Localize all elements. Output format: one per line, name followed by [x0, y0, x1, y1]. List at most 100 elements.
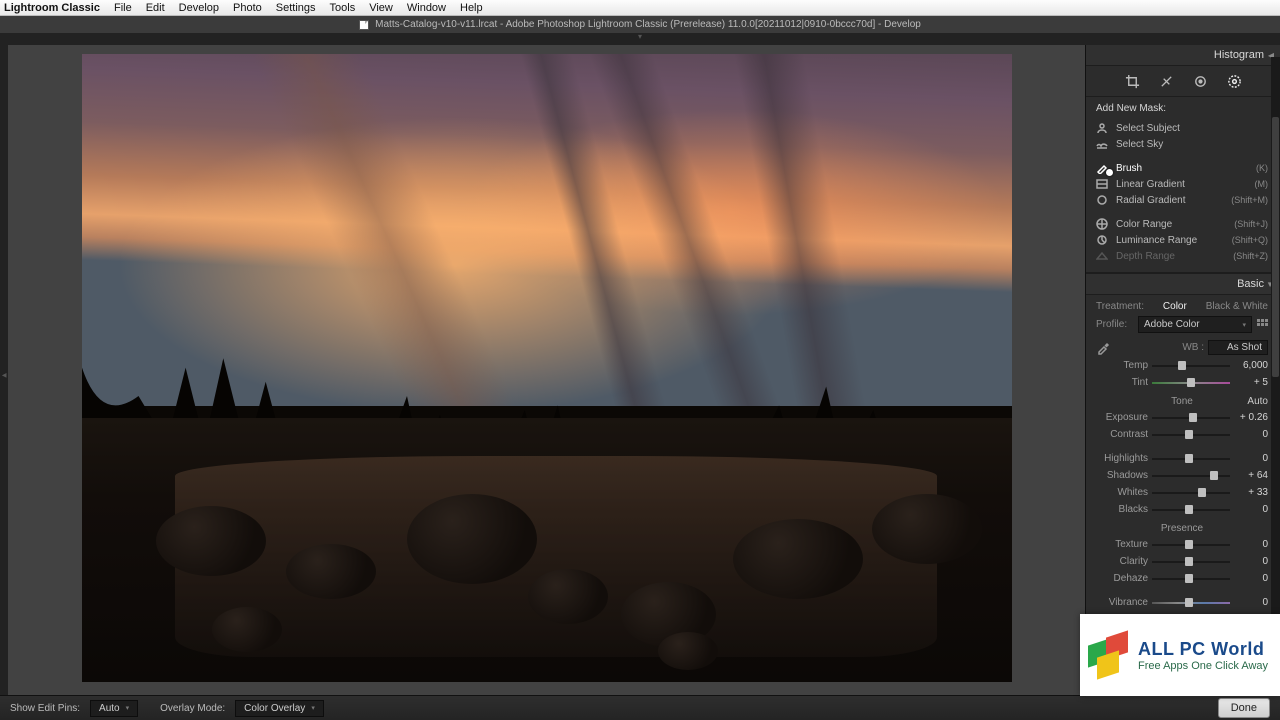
profile-selector[interactable]: Adobe Color▾ [1138, 316, 1252, 333]
histogram-label: Histogram [1214, 49, 1264, 61]
mask-linear-gradient[interactable]: Linear Gradient (M) [1096, 176, 1268, 192]
treatment-bw[interactable]: Black & White [1206, 301, 1268, 312]
menu-settings[interactable]: Settings [276, 2, 316, 14]
tint-value[interactable]: + 5 [1234, 377, 1268, 388]
basic-header[interactable]: Basic ▼ [1086, 273, 1280, 295]
profile-browser-icon[interactable] [1256, 319, 1268, 331]
develop-right-panel: Histogram ◀ Add New Mask: Select Subject… [1085, 45, 1280, 695]
edited-photo[interactable] [82, 54, 1012, 682]
shortcut-label: (K) [1256, 163, 1268, 173]
whites-value[interactable]: + 33 [1234, 487, 1268, 498]
cursor-icon [1106, 169, 1113, 176]
histogram-header[interactable]: Histogram ◀ [1086, 45, 1280, 66]
mask-item-label: Depth Range [1116, 251, 1175, 262]
menu-photo[interactable]: Photo [233, 2, 262, 14]
contrast-slider[interactable] [1152, 430, 1230, 439]
wb-eyedropper-icon[interactable] [1096, 341, 1110, 355]
vibrance-slider[interactable] [1152, 598, 1230, 607]
basic-label: Basic [1237, 278, 1264, 290]
mask-luminance-range[interactable]: Luminance Range (Shift+Q) [1096, 232, 1268, 248]
watermark-subtitle: Free Apps One Click Away [1138, 660, 1268, 672]
menu-view[interactable]: View [369, 2, 393, 14]
treatment-color[interactable]: Color [1163, 301, 1187, 312]
blacks-value[interactable]: 0 [1234, 504, 1268, 515]
luminance-icon [1096, 234, 1108, 246]
exposure-value[interactable]: + 0.26 [1234, 412, 1268, 423]
linear-gradient-icon [1096, 178, 1108, 190]
auto-button[interactable]: Auto [1247, 396, 1268, 407]
mask-panel: Add New Mask: Select Subject Select Sky … [1086, 97, 1280, 273]
mask-color-range[interactable]: Color Range (Shift+J) [1096, 216, 1268, 232]
develop-toolbar: Show Edit Pins: Auto Overlay Mode: Color… [0, 695, 1280, 720]
redeye-tool-icon[interactable] [1192, 73, 1208, 89]
mask-item-label: Luminance Range [1116, 235, 1197, 246]
whites-slider[interactable] [1152, 488, 1230, 497]
dehaze-slider[interactable] [1152, 574, 1230, 583]
image-canvas-area[interactable] [0, 45, 1085, 695]
mask-select-sky[interactable]: Select Sky [1096, 136, 1268, 152]
mask-brush[interactable]: Brush (K) [1096, 160, 1268, 176]
crop-tool-icon[interactable] [1124, 73, 1140, 89]
texture-slider[interactable] [1152, 540, 1230, 549]
wb-value: As Shot [1227, 342, 1262, 353]
window-titlebar: Matts-Catalog-v10-v11.lrcat - Adobe Phot… [0, 16, 1280, 33]
main-area: Histogram ◀ Add New Mask: Select Subject… [0, 45, 1280, 695]
texture-value[interactable]: 0 [1234, 539, 1268, 550]
menu-help[interactable]: Help [460, 2, 483, 14]
clarity-label: Clarity [1096, 556, 1148, 567]
texture-label: Texture [1096, 539, 1148, 550]
tint-slider[interactable] [1152, 378, 1230, 387]
shadows-value[interactable]: + 64 [1234, 470, 1268, 481]
wb-label: WB : [1182, 342, 1204, 353]
top-panel-collapsed[interactable] [0, 33, 1280, 45]
blacks-label: Blacks [1096, 504, 1148, 515]
wb-selector[interactable]: As Shot [1208, 340, 1268, 355]
dehaze-label: Dehaze [1096, 573, 1148, 584]
dehaze-value[interactable]: 0 [1234, 573, 1268, 584]
shortcut-label: (Shift+Q) [1232, 235, 1268, 245]
shadows-slider[interactable] [1152, 471, 1230, 480]
highlights-label: Highlights [1096, 453, 1148, 464]
exposure-slider[interactable] [1152, 413, 1230, 422]
clarity-slider[interactable] [1152, 557, 1230, 566]
overlay-mode-value: Color Overlay [244, 703, 305, 714]
menu-file[interactable]: File [114, 2, 132, 14]
highlights-slider[interactable] [1152, 454, 1230, 463]
mask-item-label: Linear Gradient [1116, 179, 1185, 190]
menu-tools[interactable]: Tools [330, 2, 356, 14]
temp-value[interactable]: 6,000 [1234, 360, 1268, 371]
highlights-value[interactable]: 0 [1234, 453, 1268, 464]
profile-label: Profile: [1096, 319, 1134, 330]
shortcut-label: (Shift+J) [1234, 219, 1268, 229]
show-pins-selector[interactable]: Auto [90, 700, 138, 717]
masking-tool-icon[interactable] [1226, 73, 1242, 89]
menu-edit[interactable]: Edit [146, 2, 165, 14]
mask-select-subject[interactable]: Select Subject [1096, 120, 1268, 136]
panel-scrollbar[interactable] [1271, 57, 1280, 695]
contrast-value[interactable]: 0 [1234, 429, 1268, 440]
tint-label: Tint [1096, 377, 1148, 388]
temp-slider[interactable] [1152, 361, 1230, 370]
document-icon [359, 20, 369, 30]
presence-header: Presence [1161, 523, 1203, 534]
mask-radial-gradient[interactable]: Radial Gradient (Shift+M) [1096, 192, 1268, 208]
sky-icon [1096, 138, 1108, 150]
depth-icon [1096, 250, 1108, 262]
show-pins-value: Auto [99, 703, 120, 714]
vibrance-value[interactable]: 0 [1234, 597, 1268, 608]
mask-item-label: Brush [1116, 163, 1142, 174]
menu-develop[interactable]: Develop [179, 2, 219, 14]
menu-window[interactable]: Window [407, 2, 446, 14]
scrollbar-thumb[interactable] [1272, 117, 1279, 377]
treatment-label: Treatment: [1096, 301, 1144, 312]
done-button[interactable]: Done [1218, 698, 1270, 718]
heal-tool-icon[interactable] [1158, 73, 1174, 89]
mask-item-label: Select Sky [1116, 139, 1163, 150]
clarity-value[interactable]: 0 [1234, 556, 1268, 567]
app-name[interactable]: Lightroom Classic [4, 2, 100, 14]
radial-gradient-icon [1096, 194, 1108, 206]
overlay-mode-selector[interactable]: Color Overlay [235, 700, 324, 717]
local-tool-row [1086, 66, 1280, 97]
overlay-mode-label: Overlay Mode: [160, 703, 225, 714]
blacks-slider[interactable] [1152, 505, 1230, 514]
